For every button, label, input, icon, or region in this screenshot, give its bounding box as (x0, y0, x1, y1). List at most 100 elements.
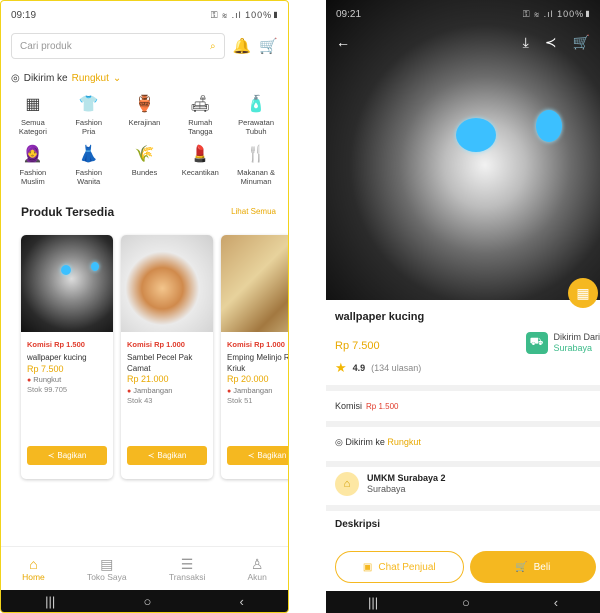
product-name: Emping Melinjo Raja Kriuk (227, 353, 288, 373)
product-city: Jambangan (227, 386, 288, 396)
category-item[interactable]: 🧴 Perawatan Tubuh (228, 94, 284, 136)
price-row: Rp 7.500 ⛟ Dikirim Dari Surabaya (326, 332, 600, 354)
home-goods-icon: 🛋 (190, 95, 211, 113)
back-button[interactable]: ‹ (240, 594, 244, 609)
craft-icon: 🏺 (134, 95, 155, 113)
divider (326, 505, 600, 511)
home-button[interactable]: ○ (462, 595, 470, 610)
komisi-label: Komisi Rp 1.000 (127, 339, 185, 349)
user-icon: ♙ (250, 555, 264, 572)
recent-apps-button[interactable]: ||| (368, 595, 378, 610)
cart-icon: 🛒 (515, 561, 528, 573)
category-item[interactable]: 🍴 Makanan & Minuman (228, 144, 284, 186)
category-item[interactable]: 👕 Fashion Pria (61, 94, 117, 136)
product-card[interactable]: Komisi Rp 1.000 Emping Melinjo Raja Kriuk… (221, 234, 288, 479)
chat-label: Chat Penjual (378, 561, 436, 573)
search-icon[interactable]: ⌕ (210, 41, 216, 52)
share-icon: ≺ (247, 450, 255, 460)
chevron-down-icon: ⌄ (112, 73, 122, 84)
status-time: 09:19 (11, 9, 37, 21)
komisi-label: Komisi Rp 1.000 (227, 339, 285, 349)
description-title: Deskripsi (335, 519, 381, 530)
category-item[interactable]: 👗 Fashion Wanita (61, 144, 117, 186)
product-price: Rp 20.000 (227, 374, 269, 385)
share-icon: ≺ (47, 450, 55, 460)
product-price: Rp 21.000 (127, 374, 169, 385)
category-item[interactable]: 🌾 Bundes (117, 144, 173, 186)
chat-seller-button[interactable]: ▣ Chat Penjual (335, 551, 464, 583)
category-grid: ▦ Semua Kategori 👕 Fashion Pria 🏺 Kerajinan 🛋 R… (1, 88, 288, 193)
shirt-icon: 👕 (78, 95, 99, 113)
search-row: Cari produk ⌕ 🔔 🛒 (1, 29, 288, 63)
grid-icon: ▦ (25, 95, 41, 113)
store-fab-icon[interactable]: ▦ (568, 278, 598, 308)
review-count[interactable]: (134 ulasan) (371, 363, 421, 373)
category-label: Fashion Wanita (75, 168, 103, 186)
shipping-location-value: Rungkut (71, 73, 109, 84)
search-input[interactable]: Cari produk ⌕ (11, 33, 225, 59)
status-icons: ⚿ ≋ .ıl 100%▮ (522, 8, 592, 19)
recent-apps-button[interactable]: ||| (45, 594, 55, 609)
download-icon[interactable]: ⤓ (523, 34, 529, 51)
bottom-nav: ⌂ Home ▤ Toko Saya ☰ Transaksi ♙ Akun (1, 546, 288, 590)
share-button[interactable]: ≺ Bagikan (27, 445, 107, 465)
nav-item-home[interactable]: ⌂ Home (22, 556, 45, 582)
share-label: Bagikan (57, 450, 87, 460)
makeup-icon: 💄 (190, 146, 211, 164)
ship-prefix: Dikirim ke (345, 437, 385, 447)
category-item[interactable]: ▦ Semua Kategori (5, 94, 61, 136)
product-thumbnail (21, 234, 113, 332)
category-label: Makanan & Minuman (237, 168, 276, 186)
back-button[interactable]: ‹ (554, 595, 558, 610)
body-care-icon: 🧴 (246, 95, 267, 113)
system-navbar: ||| ○ ‹ (326, 591, 600, 613)
store-icon: ▤ (100, 555, 114, 572)
delivery-city: Surabaya (553, 343, 593, 353)
nav-item-akun[interactable]: ♙ Akun (248, 556, 267, 582)
category-label: Fashion Pria (75, 118, 103, 136)
cart-icon[interactable]: 🛒 (573, 34, 590, 51)
product-name: Sambel Pecel Pak Camat (127, 353, 193, 373)
share-icon[interactable]: ≺ (545, 34, 557, 51)
cat-eye-right (536, 110, 562, 142)
cart-icon[interactable]: 🛒 (259, 37, 278, 55)
bell-icon[interactable]: 🔔 (233, 37, 252, 55)
share-icon: ≺ (147, 450, 155, 460)
nav-label: Home (22, 571, 45, 582)
komisi-label: Komisi Rp 1.500 (27, 339, 85, 349)
shop-row[interactable]: ⌂ UMKM Surabaya 2 Surabaya (326, 472, 600, 496)
action-bar: ▣ Chat Penjual 🛒 Beli (326, 545, 600, 591)
rating-row: ★ 4.9 (134 ulasan) (326, 360, 600, 376)
shop-city: Surabaya (367, 484, 406, 494)
system-navbar: ||| ○ ‹ (1, 590, 288, 612)
delivery-label: Dikirim Dari (553, 332, 600, 343)
category-label: Bundes (131, 168, 158, 178)
share-button[interactable]: ≺ Bagikan (227, 445, 288, 465)
komisi-label: Komisi (335, 401, 363, 411)
category-item[interactable]: 💄 Kecantikan (172, 144, 228, 186)
category-item[interactable]: 🧕 Fashion Muslim (5, 144, 61, 186)
product-card[interactable]: Komisi Rp 1.000 Sambel Pecel Pak Camat Rp … (121, 234, 213, 479)
product-thumbnail (121, 234, 213, 332)
nav-label: Akun (247, 571, 267, 582)
status-icons: ⚿ ≋ .ıl 100%▮ (210, 9, 280, 20)
home-button[interactable]: ○ (143, 594, 151, 609)
share-button[interactable]: ≺ Bagikan (127, 445, 207, 465)
dress-icon: 👗 (78, 146, 99, 164)
komisi-value: Rp 1.500 (366, 402, 399, 411)
see-all-link[interactable]: Lihat Semua (231, 207, 276, 216)
ship-to-row[interactable]: ◎ Dikirim ke Rungkut (326, 437, 600, 448)
category-item[interactable]: 🏺 Kerajinan (117, 94, 173, 136)
nav-item-toko-saya[interactable]: ▤ Toko Saya (87, 556, 127, 582)
ship-location: Rungkut (387, 437, 421, 447)
divider (326, 421, 600, 427)
product-card[interactable]: Komisi Rp 1.500 wallpaper kucingRp 7.500R… (21, 234, 113, 479)
back-arrow-icon[interactable]: ← (336, 34, 350, 51)
nav-label: Toko Saya (86, 571, 127, 582)
category-item[interactable]: 🛋 Rumah Tangga (172, 94, 228, 136)
buy-button[interactable]: 🛒 Beli (469, 551, 596, 583)
shipping-location[interactable]: ◎ Dikirim ke Rungkut ⌄ (1, 63, 288, 88)
utensils-icon: 🍴 (246, 146, 267, 164)
divider (326, 385, 600, 391)
nav-item-transaksi[interactable]: ☰ Transaksi (169, 556, 206, 582)
